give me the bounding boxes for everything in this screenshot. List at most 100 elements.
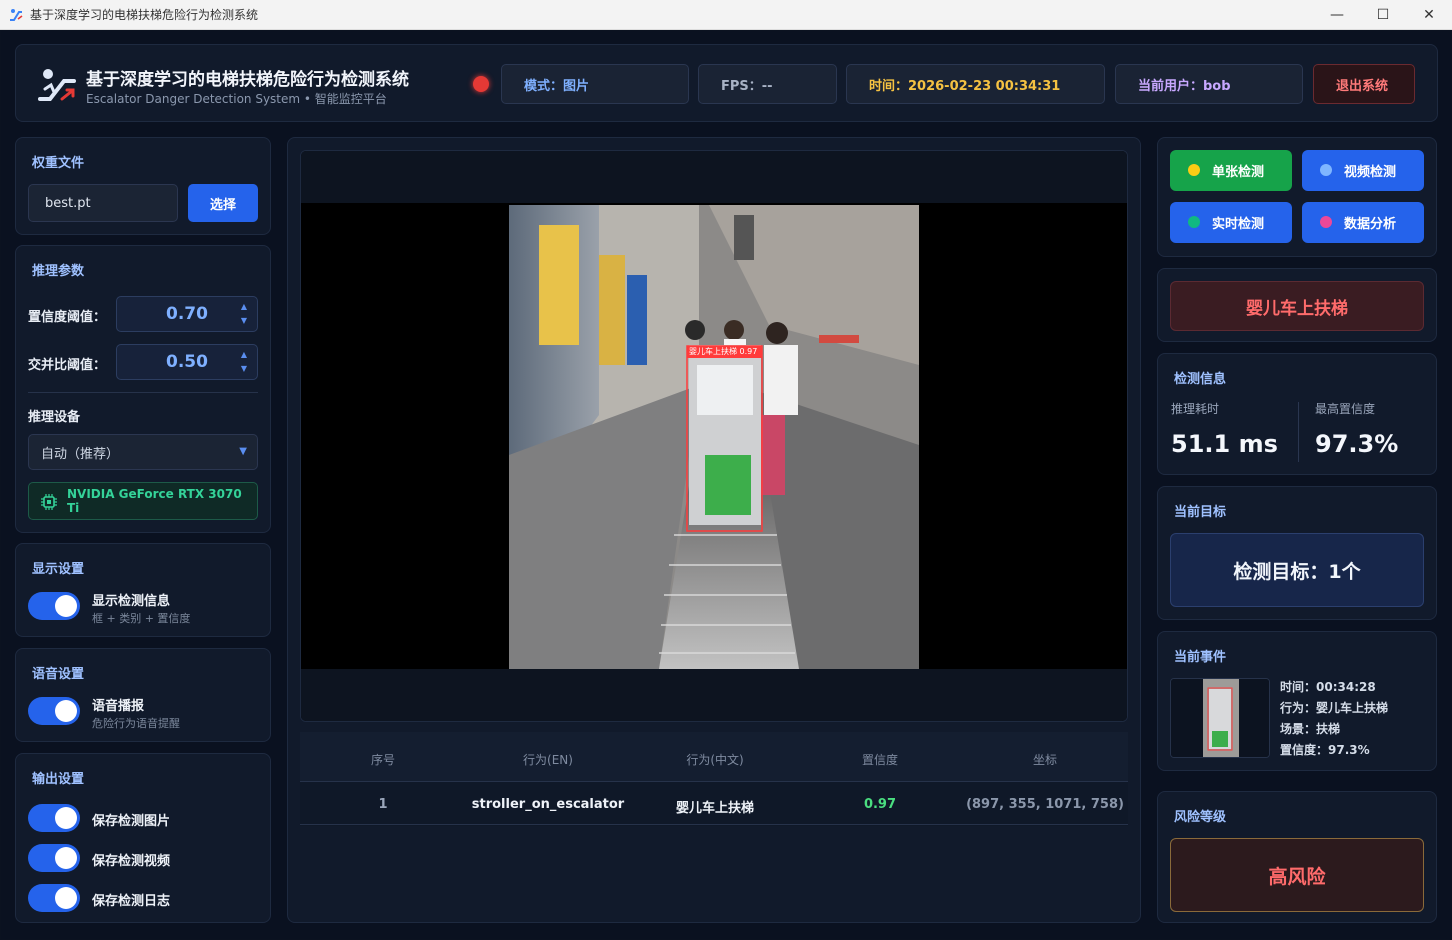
data-analysis-label: 数据分析 <box>1344 217 1397 232</box>
single-detect-button[interactable]: 单张检测 <box>1170 150 1292 191</box>
show-info-label: 显示检测信息 <box>92 594 171 609</box>
alert-panel: 婴儿车上扶梯 <box>1157 268 1437 342</box>
chip-icon <box>41 494 57 510</box>
weight-file-field[interactable]: best.pt <box>28 184 178 222</box>
col-header-behavior-en: 行为(EN) <box>523 753 573 767</box>
show-info-toggle[interactable] <box>28 592 80 620</box>
save-log-toggle[interactable] <box>28 884 80 912</box>
single-detect-label: 单张检测 <box>1212 165 1265 180</box>
cell-behavior-cn: 婴儿车上扶梯 <box>675 801 754 816</box>
inference-title: 推理参数 <box>32 264 85 279</box>
escalator-photo: 婴儿车上扶梯 0.97 <box>509 205 919 669</box>
mode-panel: 单张检测 视频检测 实时检测 数据分析 <box>1157 137 1437 257</box>
target-count: 检测目标：1个 <box>1170 533 1424 607</box>
target-panel: 当前目标 检测目标：1个 <box>1157 486 1437 620</box>
voice-sub: 危险行为语音提醒 <box>92 717 180 730</box>
max-confidence-label: 最高置信度 <box>1315 402 1376 416</box>
voice-toggle[interactable] <box>28 697 80 725</box>
device-title: 推理设备 <box>28 410 81 425</box>
status-dot-icon <box>1320 164 1332 176</box>
conf-threshold-value: 0.70 <box>166 304 208 324</box>
gpu-badge: NVIDIA GeForce RTX 3070 Ti <box>28 482 258 520</box>
device-value: 自动（推荐） <box>41 446 120 462</box>
risk-title: 风险等级 <box>1174 810 1227 825</box>
save-image-label: 保存检测图片 <box>92 814 171 829</box>
event-snapshot-image <box>1171 679 1269 757</box>
inference-time-value: 51.1 ms <box>1171 430 1278 458</box>
danger-alert: 婴儿车上扶梯 <box>1170 281 1424 331</box>
center-panel: 婴儿车上扶梯 0.97 序号 行为(EN) 行为(中文) 置信度 坐标 1 st… <box>287 137 1141 923</box>
max-confidence-value: 97.3% <box>1315 430 1399 458</box>
voice-panel: 语音设置 语音播报 危险行为语音提醒 <box>15 648 271 742</box>
event-title: 当前事件 <box>1174 650 1227 665</box>
iou-threshold-spinbox[interactable]: 0.50 ▲ ▼ <box>116 344 258 380</box>
conf-threshold-label: 置信度阈值： <box>28 310 107 325</box>
event-behavior: 行为：婴儿车上扶梯 <box>1280 701 1389 715</box>
minimize-icon[interactable]: — <box>1314 0 1360 30</box>
video-detect-label: 视频检测 <box>1344 165 1397 180</box>
cell-coordinates: (897, 355, 1071, 758) <box>966 797 1124 812</box>
spin-arrows-icon[interactable]: ▲ ▼ <box>241 300 247 328</box>
video-detect-button[interactable]: 视频检测 <box>1302 150 1424 191</box>
chevron-down-icon: ▼ <box>239 446 247 457</box>
event-thumbnail[interactable] <box>1170 678 1270 758</box>
voice-label: 语音播报 <box>92 699 145 714</box>
app-subtitle: Escalator Danger Detection System • 智能监控… <box>86 92 387 106</box>
close-icon[interactable]: ✕ <box>1406 0 1452 30</box>
status-dot-icon <box>1320 216 1332 228</box>
inference-panel: 推理参数 置信度阈值： 0.70 ▲ ▼ 交并比阈值： 0.50 ▲ ▼ 推理设备 … <box>15 245 271 533</box>
save-video-toggle[interactable] <box>28 844 80 872</box>
device-dropdown[interactable]: 自动（推荐） ▼ <box>28 434 258 470</box>
iou-threshold-label: 交并比阈值： <box>28 358 107 373</box>
show-info-sub: 框 + 类别 + 置信度 <box>92 612 191 625</box>
divider <box>28 392 258 393</box>
results-table: 序号 行为(EN) 行为(中文) 置信度 坐标 1 stroller_on_es… <box>300 732 1128 826</box>
output-title: 输出设置 <box>32 772 85 787</box>
escalator-scene-image <box>509 205 919 669</box>
app-root: 基于深度学习的电梯扶梯危险行为检测系统 Escalator Danger Det… <box>1 31 1451 939</box>
weights-title: 权重文件 <box>32 156 85 171</box>
clock-display: 时间：2026-02-23 00:34:31 <box>846 64 1105 104</box>
mode-indicator: 模式：图片 <box>501 64 689 104</box>
table-header: 序号 行为(EN) 行为(中文) 置信度 坐标 <box>300 732 1128 782</box>
status-dot-icon <box>1188 164 1200 176</box>
app-icon <box>10 8 23 21</box>
output-panel: 输出设置 保存检测图片 保存检测视频 保存检测日志 <box>15 753 271 923</box>
event-confidence: 置信度：97.3% <box>1280 743 1370 757</box>
risk-level: 高风险 <box>1170 838 1424 912</box>
event-scene: 场景：扶梯 <box>1280 722 1341 736</box>
header-bar: 基于深度学习的电梯扶梯危险行为检测系统 Escalator Danger Det… <box>15 44 1438 122</box>
risk-panel: 风险等级 高风险 <box>1157 791 1437 923</box>
display-title: 显示设置 <box>32 562 85 577</box>
col-header-index: 序号 <box>370 753 395 767</box>
detect-info-panel: 检测信息 推理耗时 51.1 ms 最高置信度 97.3% <box>1157 353 1437 475</box>
detect-info-title: 检测信息 <box>1174 372 1227 387</box>
gpu-name: NVIDIA GeForce RTX 3070 Ti <box>67 487 242 515</box>
conf-threshold-spinbox[interactable]: 0.70 ▲ ▼ <box>116 296 258 332</box>
status-dot-icon <box>1188 216 1200 228</box>
save-video-label: 保存检测视频 <box>92 854 171 869</box>
save-image-toggle[interactable] <box>28 804 80 832</box>
event-panel: 当前事件 时间：00:34:28 行为：婴儿车上扶梯 场景：扶梯 置信度：97.… <box>1157 631 1437 771</box>
iou-threshold-value: 0.50 <box>166 352 208 372</box>
target-title: 当前目标 <box>1174 505 1227 520</box>
inference-time-label: 推理耗时 <box>1171 402 1220 416</box>
divider <box>1298 402 1299 462</box>
window-titlebar: 基于深度学习的电梯扶梯危险行为检测系统 — ☐ ✕ <box>0 0 1452 30</box>
event-time: 时间：00:34:28 <box>1280 680 1376 694</box>
spin-arrows-icon[interactable]: ▲ ▼ <box>241 348 247 376</box>
escalator-logo-icon <box>38 69 76 101</box>
realtime-detect-button[interactable]: 实时检测 <box>1170 202 1292 243</box>
display-panel: 显示设置 显示检测信息 框 + 类别 + 置信度 <box>15 543 271 637</box>
cell-confidence: 0.97 <box>863 797 897 812</box>
window-title: 基于深度学习的电梯扶梯危险行为检测系统 <box>30 8 259 22</box>
data-analysis-button[interactable]: 数据分析 <box>1302 202 1424 243</box>
fps-indicator: FPS：-- <box>698 64 837 104</box>
image-viewer: 婴儿车上扶梯 0.97 <box>300 150 1128 722</box>
app-title: 基于深度学习的电梯扶梯危险行为检测系统 <box>86 70 409 90</box>
logout-button[interactable]: 退出系统 <box>1313 64 1415 104</box>
detection-box-label: 婴儿车上扶梯 0.97 <box>689 347 758 356</box>
col-header-confidence: 置信度 <box>861 753 898 767</box>
maximize-icon[interactable]: ☐ <box>1360 0 1406 30</box>
select-weight-button[interactable]: 选择 <box>188 184 258 222</box>
